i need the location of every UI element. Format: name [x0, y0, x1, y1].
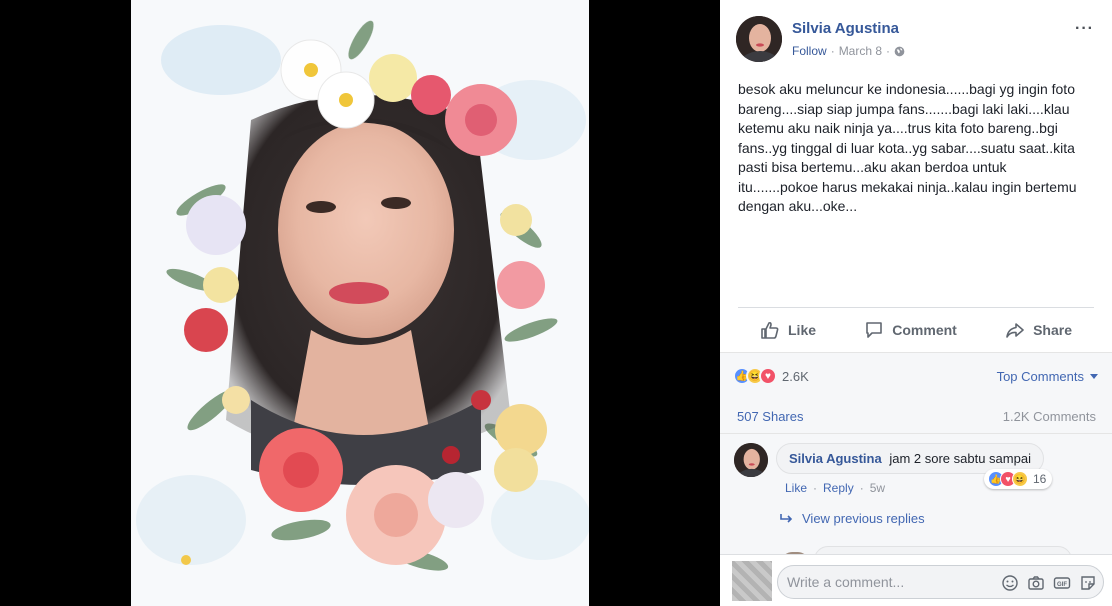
haha-reaction-icon: 😆: [1012, 471, 1028, 487]
post-sidebar: Silvia Agustina Follow · March 8 · ··· b…: [720, 0, 1112, 606]
emoji-icon[interactable]: [1001, 574, 1019, 592]
globe-icon[interactable]: [894, 46, 905, 57]
comment-like-link[interactable]: Like: [785, 481, 807, 495]
current-user-avatar: [732, 561, 772, 601]
facebook-photo-viewer: Silvia Agustina Follow · March 8 · ··· b…: [0, 0, 1112, 606]
composer-tools: GIF: [1001, 574, 1097, 592]
comment-label: Comment: [892, 322, 957, 338]
love-reaction-icon: ♥: [759, 367, 777, 385]
divider: [720, 433, 1112, 434]
post-meta: Follow · March 8 ·: [792, 44, 905, 58]
commenter-avatar[interactable]: [734, 443, 768, 477]
separator: ·: [813, 481, 818, 495]
shares-count-link[interactable]: 507 Shares: [737, 409, 804, 424]
divider: [738, 307, 1094, 308]
gif-icon[interactable]: GIF: [1053, 574, 1071, 592]
author-avatar[interactable]: [736, 16, 782, 62]
comment-timestamp[interactable]: 5w: [870, 481, 885, 495]
view-replies-label: View previous replies: [802, 511, 925, 526]
like-button[interactable]: Like: [760, 320, 816, 340]
caret-down-icon: [1090, 374, 1098, 379]
floral-portrait-image: [131, 0, 589, 606]
share-icon: [1006, 323, 1024, 338]
meta-separator: ·: [830, 44, 835, 58]
share-label: Share: [1033, 322, 1072, 338]
sticker-icon[interactable]: [1079, 574, 1097, 592]
like-label: Like: [788, 322, 817, 338]
comment-text: jam 2 sore sabtu sampai: [889, 451, 1031, 466]
post-text: besok aku meluncur ke indonesia......bag…: [738, 81, 1077, 214]
svg-text:GIF: GIF: [1057, 582, 1067, 588]
comment-reactions[interactable]: 👍 ♥ 😆 16: [984, 469, 1053, 489]
reply-arrow-icon: [780, 513, 793, 523]
reaction-count: 2.6K: [782, 368, 809, 384]
follow-link[interactable]: Follow: [792, 44, 827, 58]
post-photo[interactable]: [131, 0, 589, 606]
post-actions-bar: Like Comment Share: [738, 310, 1094, 350]
comment-input-placeholder: Write a comment...: [787, 574, 905, 590]
share-button[interactable]: Share: [1005, 320, 1072, 340]
comment-composer: Write a comment... GIF: [720, 554, 1112, 606]
comment-button[interactable]: Comment: [864, 320, 957, 340]
post-date-link[interactable]: March 8: [839, 44, 882, 58]
comment-reaction-count: 16: [1033, 472, 1047, 486]
comment-sort-label: Top Comments: [996, 369, 1084, 384]
avatar-image: [736, 16, 782, 62]
comment-reply-link[interactable]: Reply: [823, 481, 854, 495]
thumbs-up-icon: [761, 321, 779, 339]
author-name-link[interactable]: Silvia Agustina: [792, 20, 899, 37]
view-previous-replies-link[interactable]: View previous replies: [780, 511, 925, 526]
comment-author-link[interactable]: Silvia Agustina: [789, 451, 882, 466]
comments-count[interactable]: 1.2K Comments: [1003, 409, 1096, 424]
comment-actions: Like · Reply · 5w: [785, 481, 885, 495]
post-stats-and-comments: 👍 😆 ♥ 2.6K Top Comments 507 Shares 1.2K …: [720, 352, 1112, 562]
avatar-image: [734, 443, 768, 477]
comment-input[interactable]: Write a comment... GIF: [777, 565, 1104, 599]
camera-icon[interactable]: [1027, 574, 1045, 592]
separator: ·: [859, 481, 864, 495]
comment-sort-dropdown[interactable]: Top Comments: [997, 369, 1098, 384]
more-options-icon[interactable]: ···: [1075, 20, 1094, 38]
reactions-summary[interactable]: 👍 😆 ♥ 2.6K: [733, 367, 809, 385]
meta-separator: ·: [886, 44, 891, 58]
comment-icon: [866, 322, 883, 338]
